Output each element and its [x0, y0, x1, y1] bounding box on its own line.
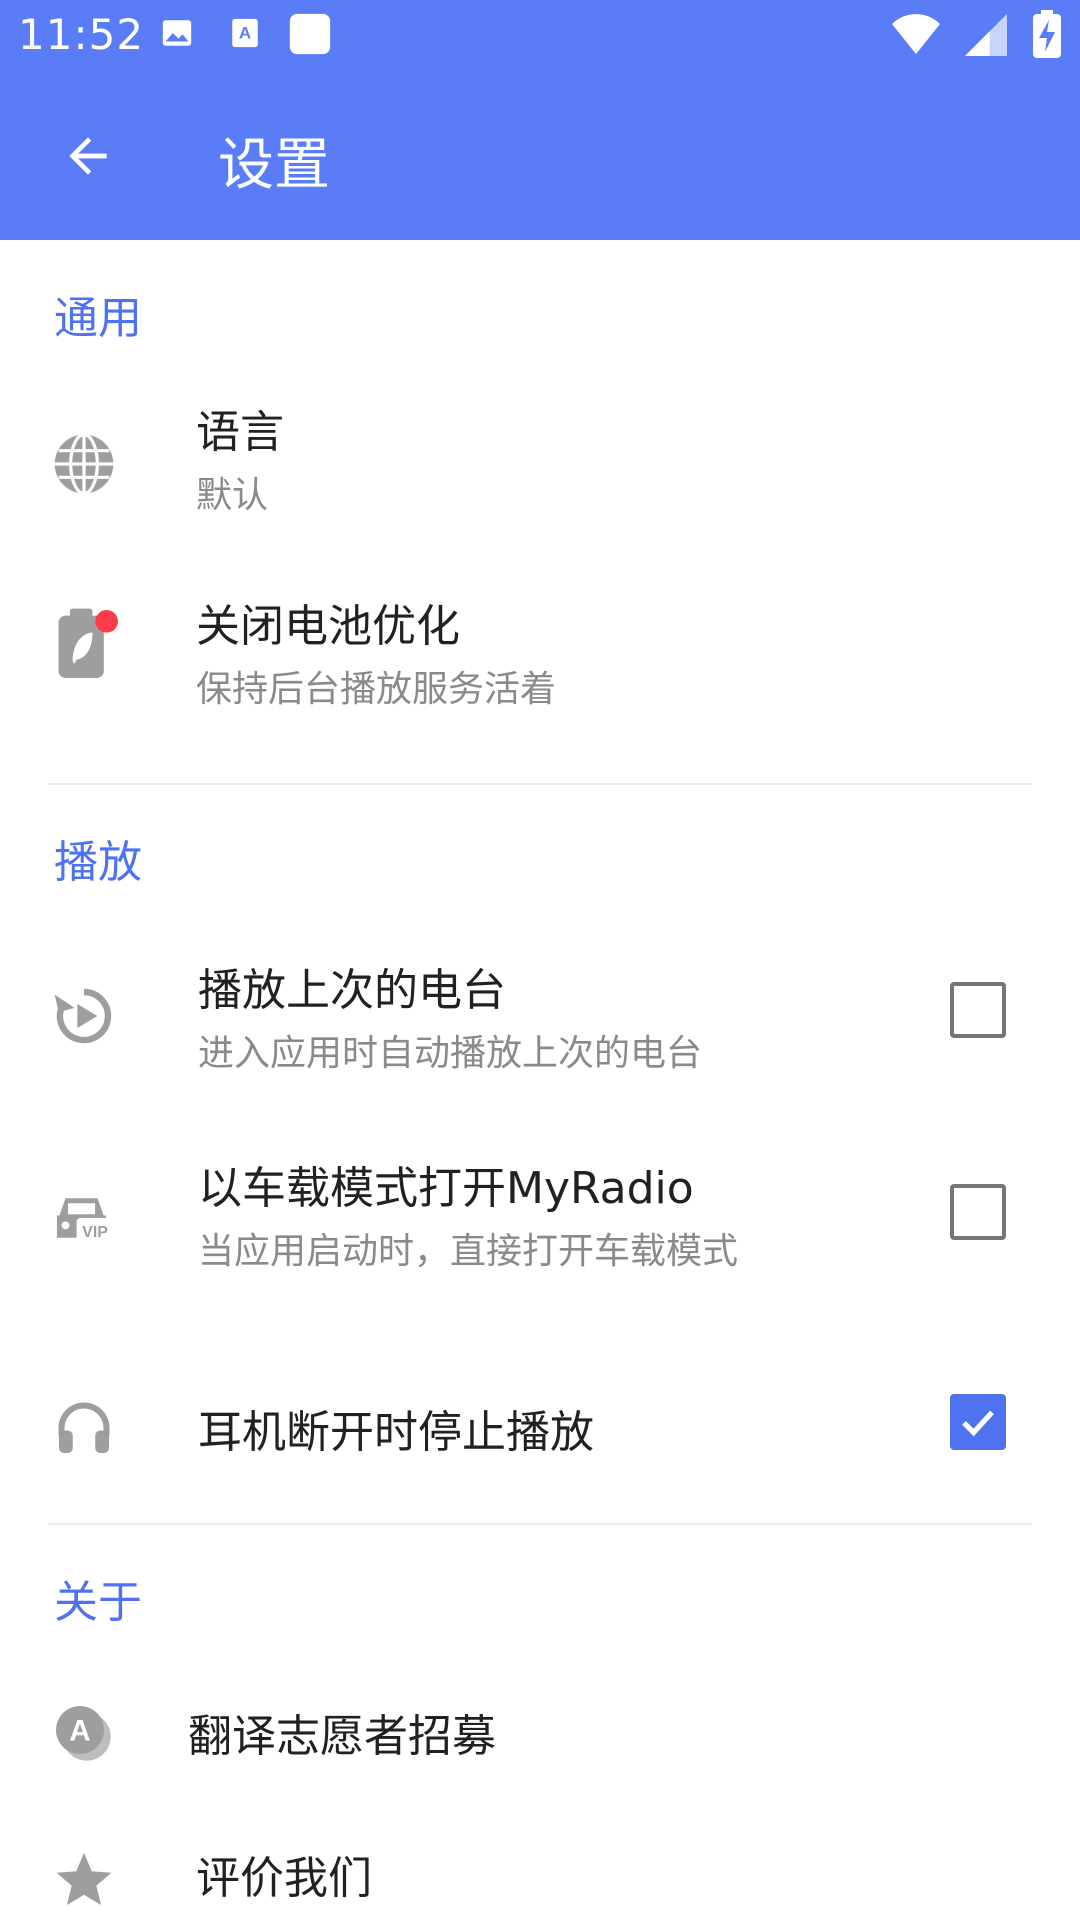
wifi-icon	[892, 14, 940, 54]
status-bar: 11:52 A	[0, 0, 1080, 72]
pref-language[interactable]: 语言 默认	[0, 370, 1080, 560]
headphone-checkbox[interactable]	[950, 1394, 1006, 1450]
checkmark-icon	[962, 1410, 994, 1437]
play-last-checkbox[interactable]	[950, 982, 1006, 1038]
headphones-icon	[50, 1394, 118, 1462]
divider	[48, 1523, 1032, 1525]
svg-text:A: A	[239, 24, 251, 43]
pref-title: 语言	[196, 407, 284, 458]
pref-translation-volunteers[interactable]: A 翻译志愿者招募	[0, 1650, 1080, 1820]
cell-signal-icon	[965, 14, 1007, 56]
pref-summary: 进入应用时自动播放上次的电台	[198, 1033, 703, 1074]
translate-a-icon: A	[232, 18, 258, 48]
pref-summary: 保持后台播放服务活着	[196, 669, 557, 710]
blank-square-icon	[289, 13, 331, 55]
section-header-general: 通用	[54, 293, 142, 344]
car-mode-checkbox[interactable]	[950, 1184, 1006, 1240]
replay-icon	[50, 982, 118, 1050]
back-button[interactable]	[48, 116, 128, 196]
pref-title: 以车载模式打开MyRadio	[198, 1163, 694, 1214]
globe-icon	[50, 430, 118, 498]
pref-title: 关闭电池优化	[196, 601, 460, 652]
arrow-left-icon	[69, 137, 107, 175]
battery-leaf-icon	[50, 608, 118, 678]
pref-car-mode[interactable]: VIP 以车载模式打开MyRadio 当应用启动时，直接打开车载模式	[0, 1120, 1080, 1330]
translate-chat-icon: A	[50, 1700, 118, 1768]
app-bar: 设置	[0, 72, 1080, 240]
pref-title: 耳机断开时停止播放	[198, 1407, 594, 1458]
pref-battery-optimization[interactable]: 关闭电池优化 保持后台播放服务活着	[0, 560, 1080, 750]
battery-charging-icon	[1033, 10, 1061, 58]
pref-title: 翻译志愿者招募	[188, 1711, 496, 1762]
pref-summary: 当应用启动时，直接打开车载模式	[198, 1231, 739, 1272]
pref-play-last-station[interactable]: 播放上次的电台 进入应用时自动播放上次的电台	[0, 920, 1080, 1120]
page-title: 设置	[218, 133, 330, 198]
car-vip-icon: VIP	[50, 1184, 118, 1252]
status-time: 11:52	[18, 10, 145, 59]
section-header-about: 关于	[54, 1577, 142, 1628]
pref-rate-us[interactable]: 评价我们	[0, 1820, 1080, 1920]
divider	[48, 783, 1032, 785]
pref-stop-on-headphone-disconnect[interactable]: 耳机断开时停止播放	[0, 1330, 1080, 1530]
svg-text:VIP: VIP	[82, 1224, 108, 1241]
svg-text:A: A	[69, 1715, 90, 1748]
star-icon	[50, 1846, 118, 1914]
pref-title: 评价我们	[196, 1853, 372, 1904]
settings-list: 通用 语言 默认 关闭电池优化 保持后台播放服务活着 播放 播放上次的电台 进入…	[0, 240, 1080, 1920]
pref-title: 播放上次的电台	[198, 965, 506, 1016]
image-icon	[162, 20, 192, 46]
pref-summary: 默认	[196, 475, 269, 516]
section-header-playback: 播放	[54, 837, 142, 888]
